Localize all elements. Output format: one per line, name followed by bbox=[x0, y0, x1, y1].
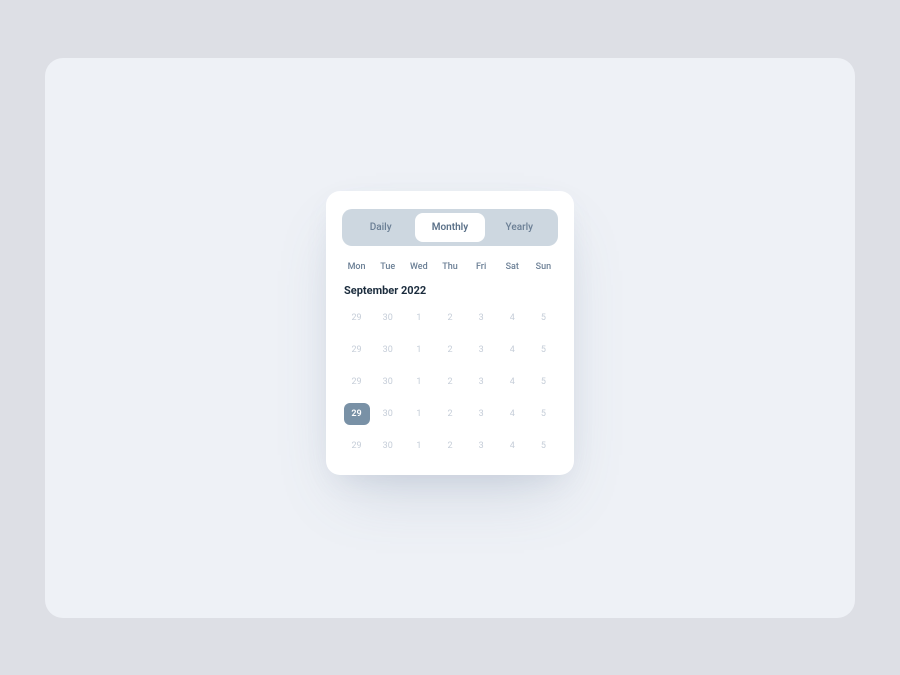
day-cell[interactable]: 3 bbox=[468, 403, 494, 425]
day-cell[interactable]: 29 bbox=[344, 403, 370, 425]
day-cell[interactable]: 29 bbox=[344, 339, 370, 361]
tab-monthly[interactable]: Monthly bbox=[415, 213, 484, 242]
day-cell[interactable]: 1 bbox=[406, 371, 432, 393]
outer-container: Daily Monthly Yearly Mon Tue Wed Thu Fri… bbox=[45, 58, 855, 618]
calendar-card: Daily Monthly Yearly Mon Tue Wed Thu Fri… bbox=[326, 191, 574, 475]
day-cell[interactable]: 5 bbox=[530, 307, 556, 329]
day-cell[interactable]: 30 bbox=[375, 371, 401, 393]
day-cell[interactable]: 1 bbox=[406, 307, 432, 329]
day-cell[interactable]: 3 bbox=[468, 339, 494, 361]
tab-daily[interactable]: Daily bbox=[346, 213, 415, 242]
day-cell[interactable]: 5 bbox=[530, 403, 556, 425]
day-cell[interactable]: 2 bbox=[437, 339, 463, 361]
view-tabs: Daily Monthly Yearly bbox=[342, 209, 558, 246]
weekday-label: Tue bbox=[373, 262, 402, 272]
day-cell[interactable]: 1 bbox=[406, 339, 432, 361]
weekday-label: Thu bbox=[435, 262, 464, 272]
weekday-label: Fri bbox=[467, 262, 496, 272]
weekday-label: Mon bbox=[342, 262, 371, 272]
month-label: September 2022 bbox=[342, 284, 558, 297]
day-cell[interactable]: 30 bbox=[375, 339, 401, 361]
day-cell[interactable]: 29 bbox=[344, 371, 370, 393]
tab-yearly[interactable]: Yearly bbox=[485, 213, 554, 242]
weekday-label: Sun bbox=[529, 262, 558, 272]
day-cell[interactable]: 5 bbox=[530, 339, 556, 361]
day-cell[interactable]: 5 bbox=[530, 371, 556, 393]
weekday-label: Sat bbox=[498, 262, 527, 272]
day-cell[interactable]: 4 bbox=[499, 403, 525, 425]
day-cell[interactable]: 2 bbox=[437, 371, 463, 393]
day-cell[interactable]: 4 bbox=[499, 307, 525, 329]
day-cell[interactable]: 2 bbox=[437, 435, 463, 457]
weekday-label: Wed bbox=[404, 262, 433, 272]
day-cell[interactable]: 3 bbox=[468, 307, 494, 329]
day-cell[interactable]: 3 bbox=[468, 435, 494, 457]
day-cell[interactable]: 30 bbox=[375, 435, 401, 457]
day-cell[interactable]: 1 bbox=[406, 435, 432, 457]
day-cell[interactable]: 30 bbox=[375, 403, 401, 425]
day-cell[interactable]: 5 bbox=[530, 435, 556, 457]
weekday-header: Mon Tue Wed Thu Fri Sat Sun bbox=[342, 262, 558, 272]
day-cell[interactable]: 29 bbox=[344, 307, 370, 329]
day-cell[interactable]: 30 bbox=[375, 307, 401, 329]
day-cell[interactable]: 4 bbox=[499, 371, 525, 393]
day-cell[interactable]: 3 bbox=[468, 371, 494, 393]
day-cell[interactable]: 4 bbox=[499, 435, 525, 457]
day-cell[interactable]: 2 bbox=[437, 403, 463, 425]
days-grid: 2930123452930123452930123452930123452930… bbox=[342, 307, 558, 457]
day-cell[interactable]: 1 bbox=[406, 403, 432, 425]
day-cell[interactable]: 2 bbox=[437, 307, 463, 329]
day-cell[interactable]: 29 bbox=[344, 435, 370, 457]
day-cell[interactable]: 4 bbox=[499, 339, 525, 361]
